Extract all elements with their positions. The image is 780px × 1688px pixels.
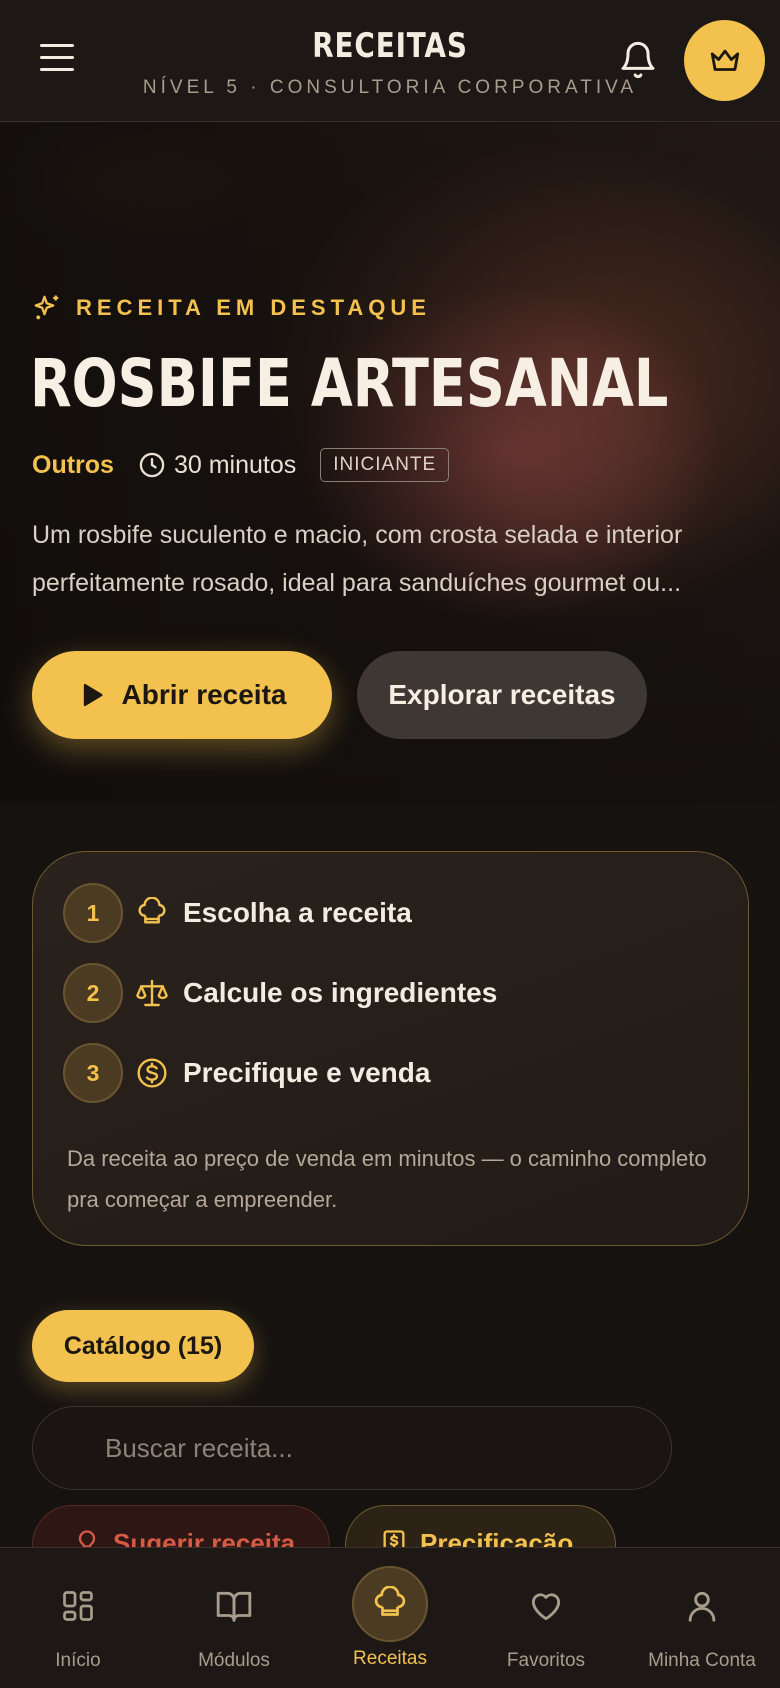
- recipe-meta: Outros 30 minutos INICIANTE: [32, 445, 450, 485]
- recipe-time-label: 30 minutos: [173, 450, 297, 479]
- nav-label: Minha Conta: [648, 1650, 756, 1671]
- page-subtitle: NÍVEL 5 · CONSULTORIA CORPORATIVA: [142, 77, 638, 98]
- dollar-coin-icon: [135, 1056, 169, 1090]
- recipe-description: Um rosbife suculento e macio, com crosta…: [32, 521, 683, 597]
- featured-label: RECEITA EM DESTAQUE: [76, 295, 431, 320]
- recipe-category[interactable]: Outros: [32, 451, 114, 480]
- nav-item-modulos[interactable]: Módulos: [156, 1548, 312, 1688]
- bell-icon[interactable]: [618, 40, 658, 80]
- how-it-works-card: 1 Escolha a receita 2 Calcule os ingredi…: [32, 851, 749, 1246]
- explore-recipes-button[interactable]: Explorar receitas: [357, 651, 647, 739]
- step-item: 1 Escolha a receita: [63, 882, 412, 944]
- step-number: 3: [63, 1043, 123, 1103]
- play-icon: [83, 683, 103, 707]
- step-label: Escolha a receita: [183, 897, 412, 928]
- sparkles-icon: [34, 295, 59, 320]
- difficulty-badge: INICIANTE: [320, 448, 450, 482]
- open-recipe-button[interactable]: Abrir receita: [32, 651, 332, 739]
- nav-item-favoritos[interactable]: Favoritos: [468, 1548, 624, 1688]
- step-item: 2 Calcule os ingredientes: [63, 962, 497, 1024]
- nav-item-minha-conta[interactable]: Minha Conta: [624, 1548, 780, 1688]
- hamburger-menu-icon[interactable]: [40, 44, 74, 74]
- step-label: Precifique e venda: [183, 1057, 431, 1088]
- chef-hat-icon: [352, 1566, 428, 1642]
- nav-label: Favoritos: [506, 1650, 586, 1671]
- book-icon: [196, 1568, 272, 1644]
- nav-item-inicio[interactable]: Início: [0, 1548, 156, 1688]
- steps-note: Da receita ao preço de venda em minutos …: [67, 1146, 707, 1212]
- heart-icon: [508, 1568, 584, 1644]
- step-label: Calcule os ingredientes: [183, 977, 498, 1008]
- scale-icon: [135, 976, 169, 1010]
- nav-label: Receitas: [353, 1648, 427, 1669]
- recipe-title: ROSBIFE ARTESANAL: [30, 345, 669, 422]
- featured-recipe-hero: RECEITA EM DESTAQUE ROSBIFE ARTESANAL Ou…: [0, 123, 780, 803]
- premium-crown-button[interactable]: [684, 20, 765, 101]
- page-title: RECEITAS: [312, 26, 468, 66]
- recipe-time: 30 minutos: [138, 451, 296, 480]
- nav-label: Início: [55, 1650, 101, 1671]
- featured-badge: RECEITA EM DESTAQUE: [32, 293, 431, 323]
- step-number: 1: [63, 883, 123, 943]
- user-icon: [664, 1568, 740, 1644]
- crown-icon: [710, 49, 739, 71]
- nav-label: Módulos: [198, 1650, 270, 1671]
- bottom-navigation: Início Módulos Receitas Favoritos Minha …: [0, 1547, 780, 1688]
- top-header: RECEITAS NÍVEL 5 · CONSULTORIA CORPORATI…: [0, 0, 780, 122]
- search-input[interactable]: [105, 1407, 645, 1489]
- search-field[interactable]: [32, 1406, 672, 1490]
- catalog-tab[interactable]: Catálogo (15): [32, 1310, 254, 1382]
- step-item: 3 Precifique e venda: [63, 1042, 430, 1104]
- chef-hat-icon: [135, 896, 169, 930]
- grid-icon: [40, 1568, 116, 1644]
- clock-icon: [139, 452, 165, 478]
- open-recipe-label: Abrir receita: [121, 679, 287, 710]
- nav-item-receitas[interactable]: Receitas: [312, 1548, 468, 1688]
- step-number: 2: [63, 963, 123, 1023]
